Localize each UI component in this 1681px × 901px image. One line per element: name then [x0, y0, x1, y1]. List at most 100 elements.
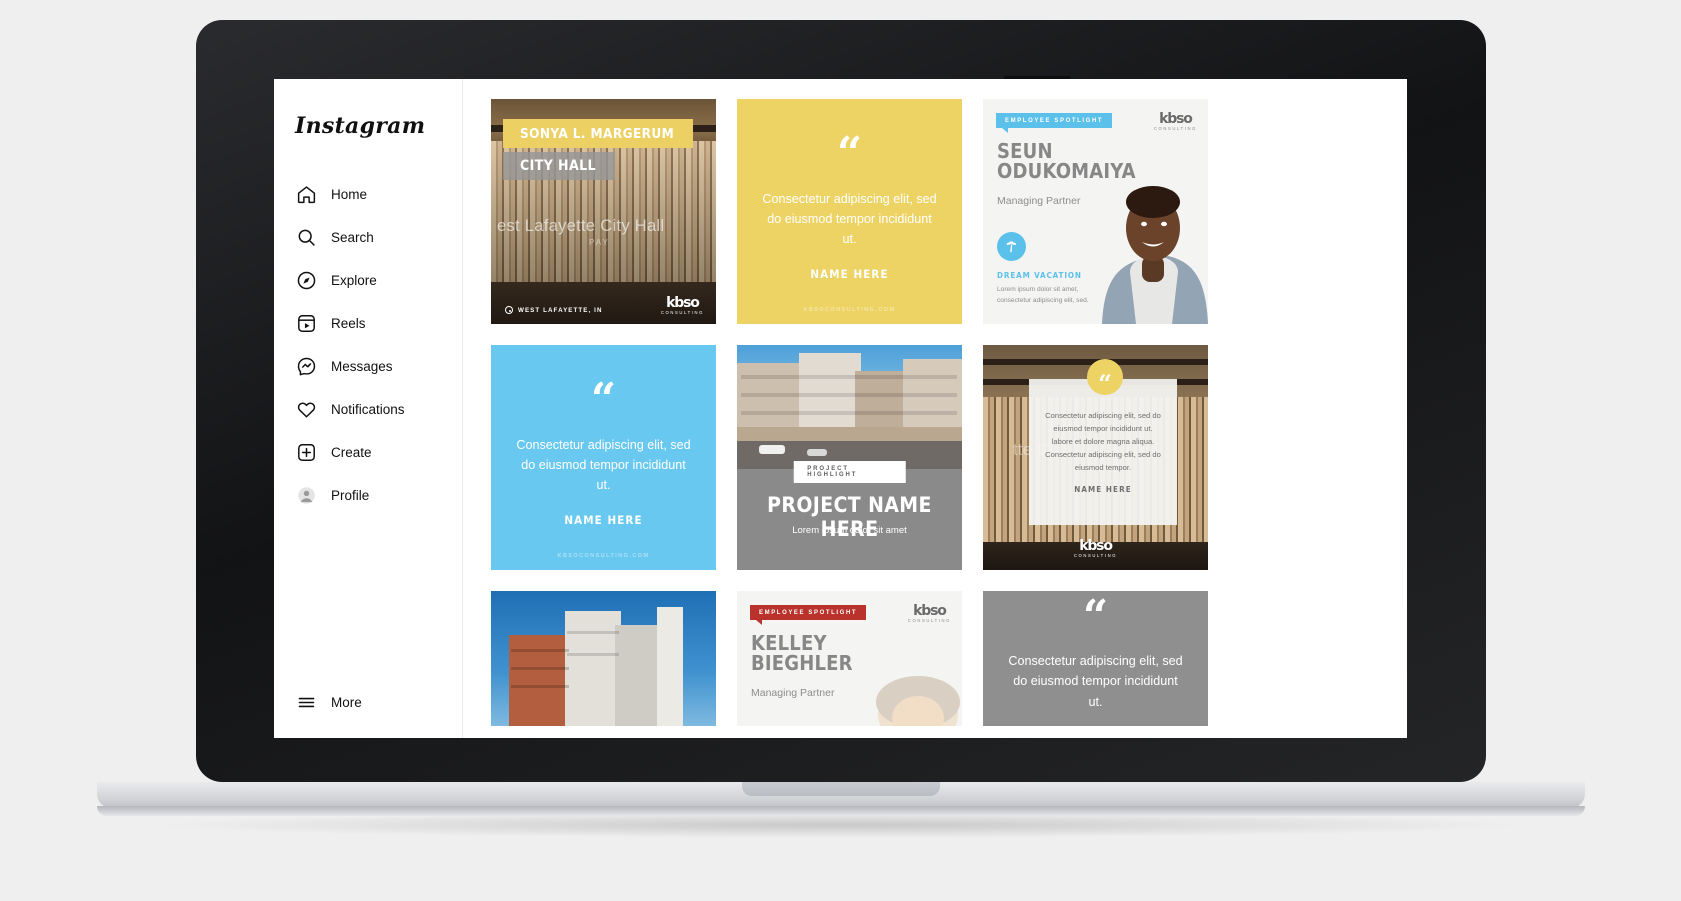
- photo-tower: [657, 607, 683, 726]
- laptop-foot: [97, 806, 1585, 816]
- sidebar-item-more[interactable]: More: [274, 682, 462, 722]
- home-icon: [295, 184, 317, 206]
- sidebar-item-label: Search: [331, 230, 374, 245]
- photo-building-white: [565, 611, 621, 726]
- spotlight-tag: EMPLOYEE SPOTLIGHT: [750, 605, 867, 625]
- laptop-mockup: Instagram Home Search Explore Reels Mess…: [0, 0, 1681, 901]
- sidebar-nav: Home Search Explore Reels Messages Notif…: [274, 173, 462, 517]
- messenger-icon: [295, 356, 317, 378]
- sidebar-item-create[interactable]: Create: [274, 431, 462, 474]
- post-spotlight-seun[interactable]: EMPLOYEE SPOTLIGHT kbso CONSULTING SEUN …: [983, 99, 1208, 324]
- kbso-wordmark: kbso: [913, 603, 947, 619]
- photo-window-row: [511, 667, 569, 670]
- sidebar-item-label: Home: [331, 187, 368, 202]
- kbso-wordmark: kbso: [1159, 111, 1193, 127]
- band-primary-label: SONYA L. MARGERUM: [520, 125, 675, 142]
- sidebar-item-profile[interactable]: Profile: [274, 474, 462, 517]
- spotlight-tag-label: EMPLOYEE SPOTLIGHT: [1005, 117, 1104, 124]
- instagram-logo[interactable]: Instagram: [274, 105, 462, 139]
- website-url: KBSOCONSULTING.COM: [803, 307, 896, 313]
- heart-icon: [295, 399, 317, 421]
- post-quote-card[interactable]: tte C Consectetur adipiscing elit, sed d…: [983, 345, 1208, 570]
- project-tag: PROJECT HIGHLIGHT: [793, 461, 906, 483]
- band-secondary-label: CITY HALL: [520, 158, 596, 174]
- ghost-sub: PAY: [589, 238, 610, 247]
- quote-card: Consectetur adipiscing elit, sed do eius…: [1029, 379, 1177, 525]
- sidebar-item-label: Notifications: [331, 402, 405, 417]
- sidebar-item-reels[interactable]: Reels: [274, 302, 462, 345]
- employee-role: Managing Partner: [751, 687, 835, 699]
- photo-car: [759, 445, 785, 454]
- sidebar-item-search[interactable]: Search: [274, 216, 462, 259]
- quote-author: NAME HERE: [564, 512, 643, 527]
- post-city-hall[interactable]: est Lafayette City Hall PAY SONYA L. MAR…: [491, 99, 716, 324]
- sidebar-item-explore[interactable]: Explore: [274, 259, 462, 302]
- employee-photo: [1100, 144, 1208, 324]
- quote-author: NAME HERE: [1074, 485, 1132, 495]
- photo-window-row: [567, 631, 619, 634]
- laptop-screen: Instagram Home Search Explore Reels Mess…: [274, 79, 1407, 738]
- post-title-band-primary: SONYA L. MARGERUM: [503, 119, 693, 148]
- location-label: WEST LAFAYETTE, IN: [505, 306, 603, 314]
- spotlight-tag: EMPLOYEE SPOTLIGHT: [996, 113, 1113, 133]
- sidebar-item-messages[interactable]: Messages: [274, 345, 462, 388]
- compass-icon: [295, 270, 317, 292]
- avatar-icon: [295, 485, 317, 507]
- post-grid: est Lafayette City Hall PAY SONYA L. MAR…: [491, 99, 1407, 726]
- photo-window-row: [567, 653, 619, 656]
- kbso-tagline: CONSULTING: [660, 309, 704, 315]
- sidebar-item-label: Reels: [331, 316, 366, 331]
- quote-mark-icon: “: [590, 374, 617, 426]
- quote-text: Consectetur adipiscing elit, sed do eius…: [516, 437, 691, 493]
- kbso-logo: kbso CONSULTING: [661, 296, 704, 315]
- laptop-base-lip: [742, 782, 940, 796]
- photo-window-row: [511, 685, 569, 688]
- post-project-highlight[interactable]: PROJECT HIGHLIGHT PROJECT NAME HERE Lore…: [737, 345, 962, 570]
- reels-icon: [295, 313, 317, 335]
- sidebar-item-label: Explore: [331, 273, 377, 288]
- photo-car: [807, 449, 827, 456]
- quote-mark-icon: “: [1082, 591, 1109, 642]
- sidebar: Instagram Home Search Explore Reels Mess…: [274, 79, 463, 738]
- website-url: KBSOCONSULTING.COM: [557, 553, 650, 559]
- post-quote-gray[interactable]: “ Consectetur adipiscing elit, sed do ei…: [983, 591, 1208, 726]
- sidebar-item-label: Profile: [331, 488, 370, 503]
- post-quote-yellow[interactable]: “ Consectetur adipiscing elit, sed do ei…: [737, 99, 962, 324]
- post-spotlight-kelley[interactable]: EMPLOYEE SPOTLIGHT kbso CONSULTING KELLE…: [737, 591, 962, 726]
- photo-window-row: [741, 375, 957, 379]
- instagram-app: Instagram Home Search Explore Reels Mess…: [274, 79, 1407, 738]
- ghost-line: est Lafayette City Hall: [497, 217, 665, 235]
- sidebar-item-label: Create: [331, 445, 372, 460]
- sidebar-item-label: Messages: [331, 359, 393, 374]
- location-pin-icon: [505, 306, 513, 314]
- photo-window-row: [741, 411, 957, 415]
- palm-tree-icon: [997, 232, 1026, 261]
- profile-grid-area: est Lafayette City Hall PAY SONYA L. MAR…: [463, 79, 1407, 738]
- photo-window-row: [741, 393, 957, 397]
- post-quote-blue[interactable]: “ Consectetur adipiscing elit, sed do ei…: [491, 345, 716, 570]
- quote-text: Consectetur adipiscing elit, sed do eius…: [1008, 654, 1183, 709]
- kbso-logo: kbso CONSULTING: [1045, 539, 1146, 558]
- location-text: WEST LAFAYETTE, IN: [518, 306, 603, 314]
- sidebar-item-label: More: [331, 694, 362, 710]
- post-title-band-secondary: CITY HALL: [503, 152, 615, 180]
- quote-mark-icon: “: [836, 128, 863, 180]
- kbso-wordmark: kbso: [666, 294, 700, 311]
- kbso-tagline: CONSULTING: [1073, 552, 1118, 558]
- kbso-tagline: CONSULTING: [1153, 126, 1197, 131]
- kbso-tagline: CONSULTING: [907, 618, 951, 623]
- post-building-photo[interactable]: [491, 591, 716, 726]
- search-icon: [295, 227, 317, 249]
- quote-text: Consectetur adipiscing elit, sed do eius…: [762, 191, 937, 247]
- project-subtitle: Lorem ipsum dolor sit amet: [792, 525, 907, 536]
- spotlight-subheading: DREAM VACATION: [997, 271, 1082, 280]
- sidebar-item-notifications[interactable]: Notifications: [274, 388, 462, 431]
- quote-author: NAME HERE: [810, 266, 889, 281]
- quote-text: Consectetur adipiscing elit, sed do eius…: [1045, 411, 1161, 473]
- kbso-wordmark: kbso: [1079, 537, 1113, 554]
- spotlight-tag-label: EMPLOYEE SPOTLIGHT: [759, 609, 858, 616]
- employee-photo: [866, 662, 962, 726]
- spotlight-body-text: Lorem ipsum dolor sit amet, consectetur …: [997, 286, 1089, 304]
- hamburger-icon: [295, 691, 317, 713]
- sidebar-item-home[interactable]: Home: [274, 173, 462, 216]
